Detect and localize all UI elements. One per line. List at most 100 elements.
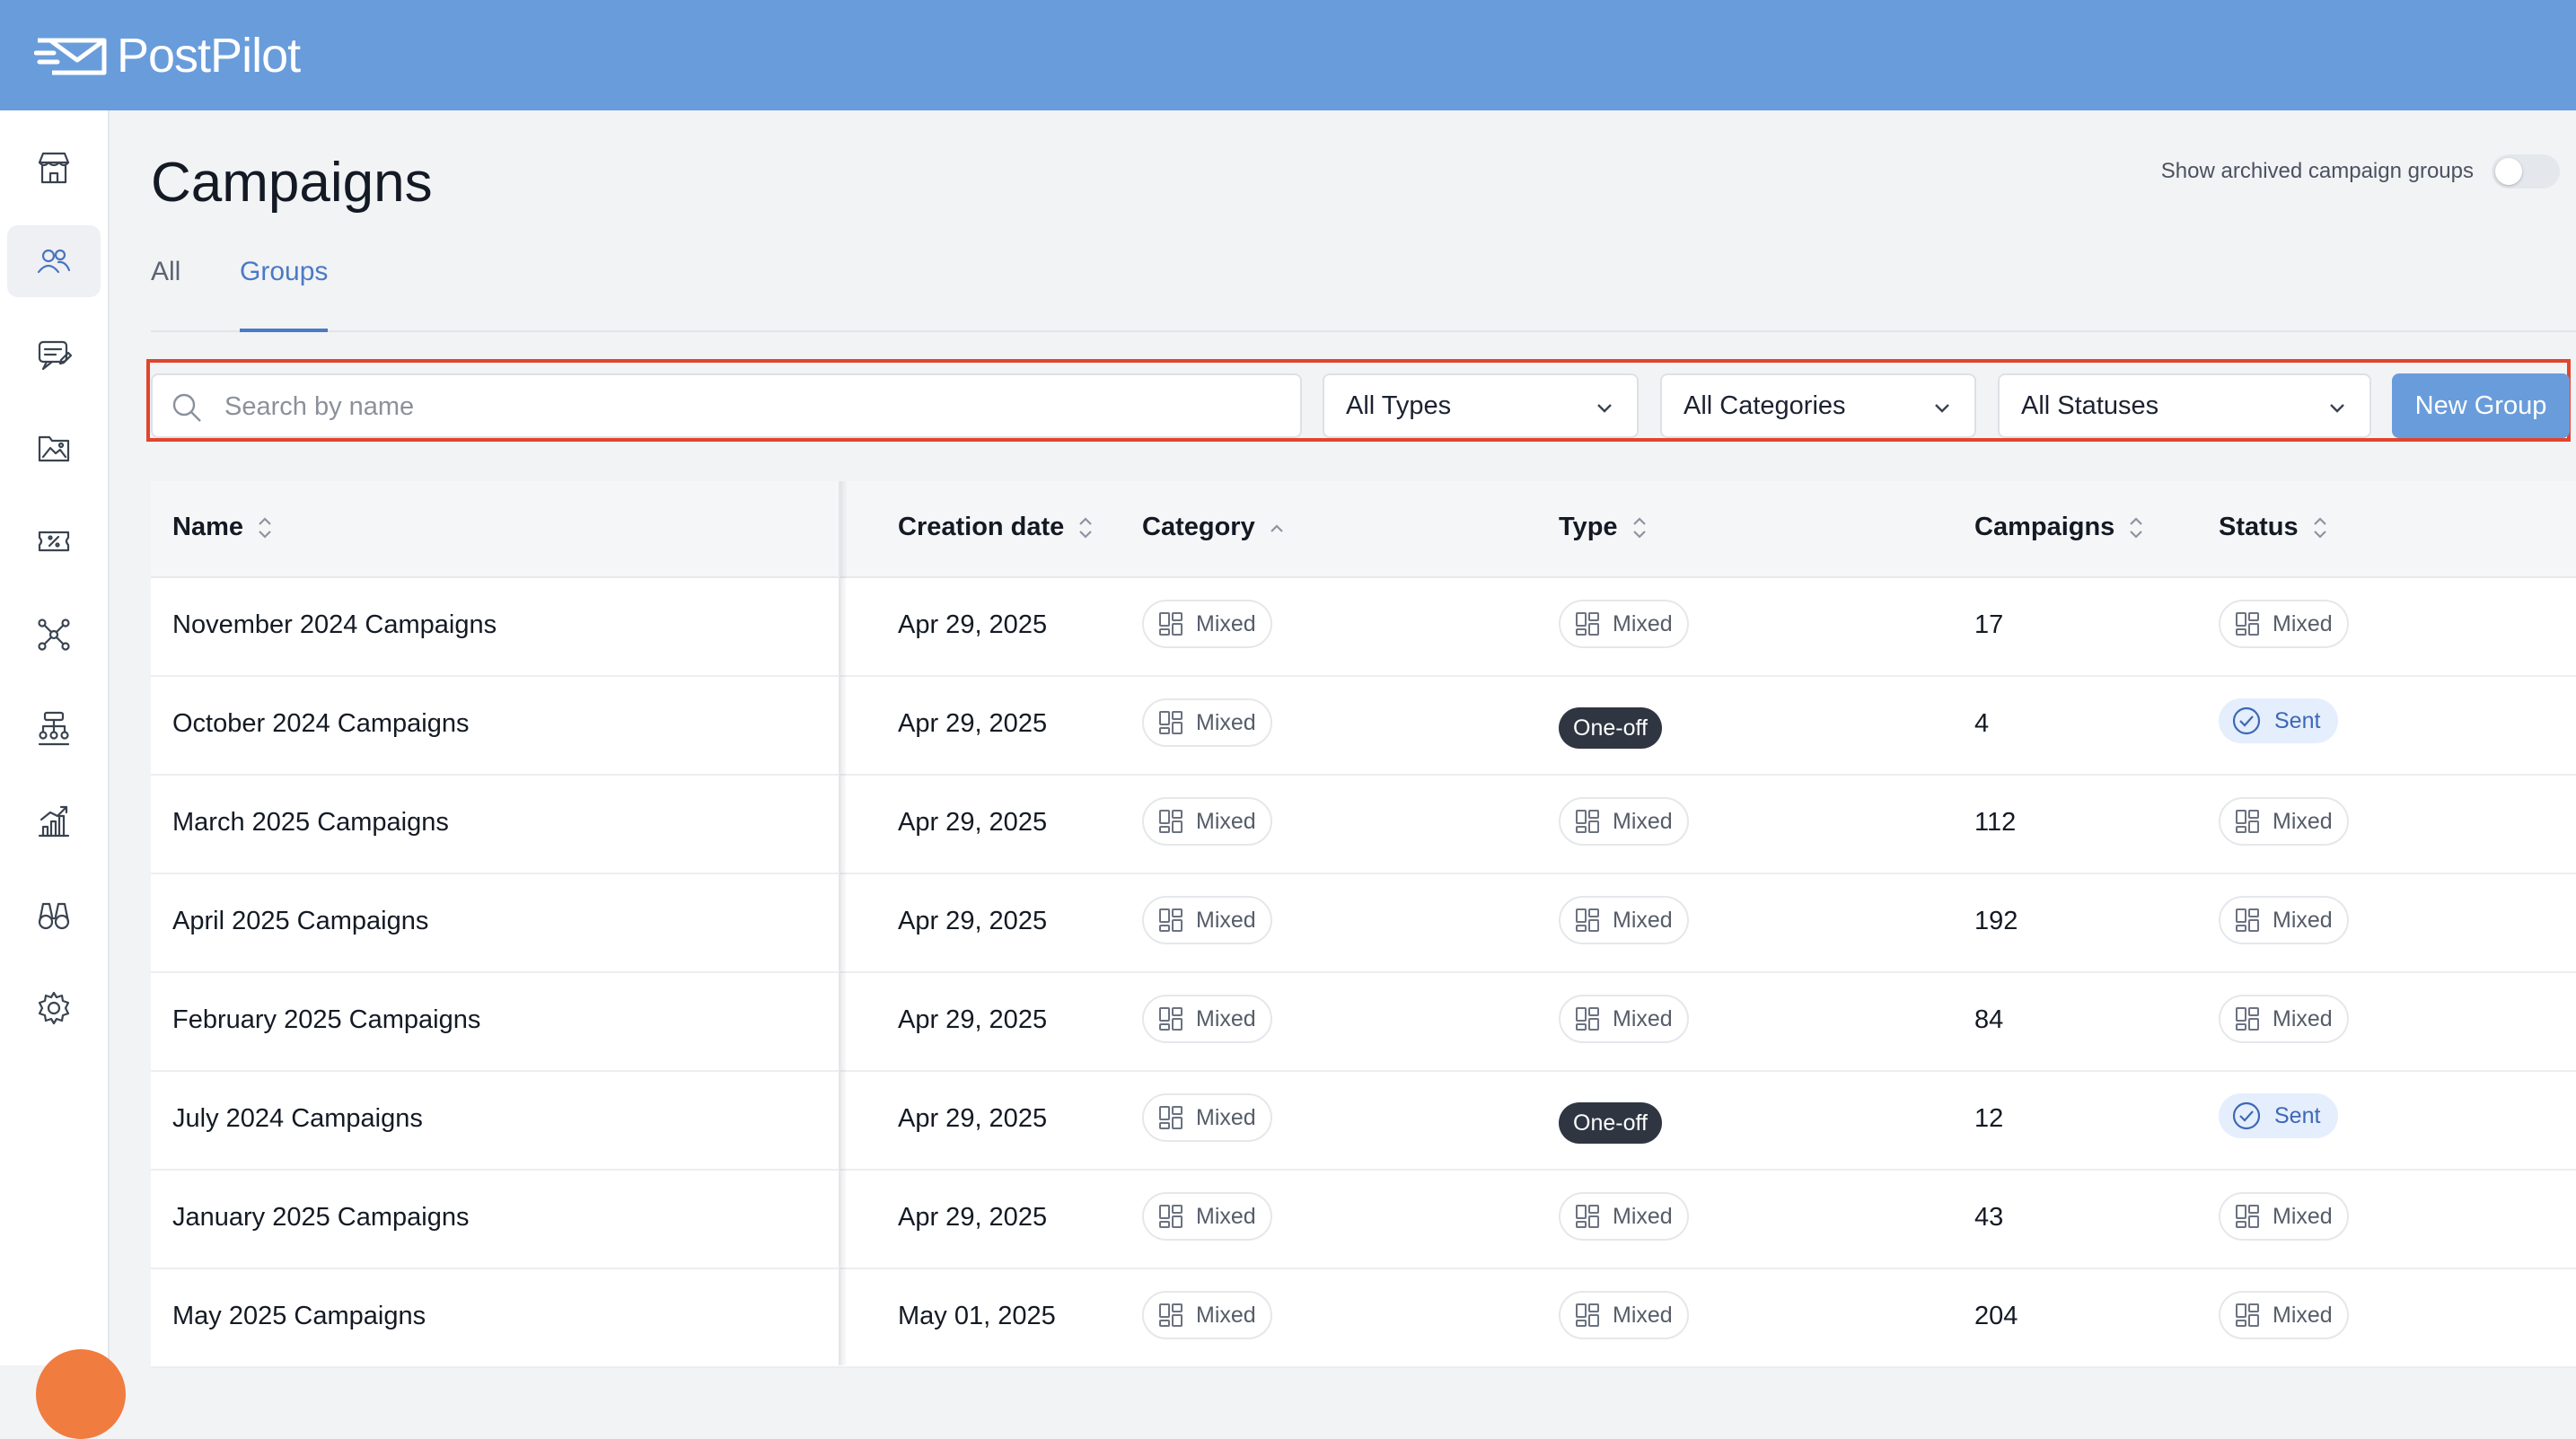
column-header-name[interactable]: Name [172, 513, 274, 542]
table-row[interactable]: February 2025 Campaigns Apr 29, 2025 Mixed… [151, 973, 2576, 1072]
sidebar-item-audiences[interactable] [7, 225, 101, 297]
column-header-campaigns[interactable]: Campaigns [1974, 513, 2145, 542]
sidebar-item-stores[interactable] [7, 132, 101, 204]
table-row[interactable]: May 2025 Campaigns May 01, 2025 Mixed Mixed… [151, 1269, 2576, 1368]
mixed-grid-icon [1159, 1205, 1182, 1228]
column-header-status[interactable]: Status [2219, 513, 2329, 542]
mixed-grid-icon [1576, 1007, 1599, 1031]
campaign-count: 4 [1974, 709, 1990, 738]
logo-text: PostPilot [117, 29, 301, 83]
new-group-button[interactable]: New Group [2392, 373, 2570, 438]
group-name[interactable]: May 2025 Campaigns [172, 1302, 426, 1331]
type-select-value: All Types [1346, 391, 1452, 420]
group-name[interactable]: January 2025 Campaigns [172, 1203, 469, 1233]
archived-toggle-group: Show archived campaign groups [2161, 154, 2560, 189]
campaign-count: 84 [1974, 1005, 2004, 1034]
status-select[interactable]: All Statuses [1998, 373, 2371, 438]
mixed-badge: Mixed [1142, 698, 1272, 747]
mixed-grid-icon [2236, 612, 2259, 636]
badge-label: Mixed [2273, 907, 2333, 933]
tab-bar: All Groups [151, 242, 2576, 332]
badge-label: Mixed [1196, 1203, 1256, 1229]
mixed-badge: Mixed [2219, 896, 2349, 944]
sidebar-item-creative[interactable] [7, 412, 101, 484]
sidebar-item-analytics[interactable] [7, 785, 101, 857]
table-row[interactable]: January 2025 Campaigns Apr 29, 2025 Mixed M… [151, 1171, 2576, 1269]
mixed-badge: Mixed [1142, 1093, 1272, 1142]
table-row[interactable]: November 2024 Campaigns Apr 29, 2025 Mixed… [151, 578, 2576, 677]
mixed-badge: Mixed [2219, 600, 2349, 648]
mixed-badge: Mixed [1559, 1291, 1689, 1339]
search-input[interactable] [223, 384, 1286, 429]
mixed-badge: Mixed [2219, 1291, 2349, 1339]
table-body: November 2024 Campaigns Apr 29, 2025 Mixed… [151, 578, 2576, 1368]
table-row[interactable]: July 2024 Campaigns Apr 29, 2025 Mixed One-… [151, 1072, 2576, 1171]
archived-toggle[interactable] [2492, 154, 2560, 189]
mixed-badge: Mixed [1559, 896, 1689, 944]
table-row[interactable]: October 2024 Campaigns Apr 29, 2025 Mixed O… [151, 677, 2576, 776]
group-name[interactable]: March 2025 Campaigns [172, 808, 449, 838]
creation-date: Apr 29, 2025 [898, 808, 1048, 837]
group-name[interactable]: October 2024 Campaigns [172, 709, 469, 739]
sticky-column-shadow [840, 481, 848, 1365]
mixed-grid-icon [1576, 1303, 1599, 1327]
status-select-value: All Statuses [2021, 391, 2159, 420]
table-row[interactable]: March 2025 Campaigns Apr 29, 2025 Mixed Mix… [151, 776, 2576, 874]
campaign-count: 43 [1974, 1203, 2004, 1232]
logo[interactable]: PostPilot [34, 25, 301, 86]
badge-label: Mixed [2273, 1203, 2333, 1229]
mixed-grid-icon [1159, 612, 1182, 636]
group-name[interactable]: November 2024 Campaigns [172, 610, 497, 640]
sidebar-item-offers[interactable] [7, 505, 101, 577]
tab-all[interactable]: All [151, 257, 180, 329]
table-header: Name Creation date Category Type Campaig… [151, 481, 2576, 578]
column-header-type[interactable]: Type [1559, 513, 1648, 542]
category-select[interactable]: All Categories [1660, 373, 1976, 438]
sidebar-item-messages[interactable] [7, 319, 101, 390]
mixed-badge: Mixed [1142, 797, 1272, 846]
campaign-count: 17 [1974, 610, 2004, 639]
sidebar-item-automations[interactable] [7, 692, 101, 764]
badge-label: Sent [2274, 1102, 2321, 1128]
mixed-grid-icon [1159, 1007, 1182, 1031]
chevron-down-icon [1597, 404, 1612, 413]
mixed-grid-icon [1576, 1205, 1599, 1228]
mixed-grid-icon [1576, 908, 1599, 932]
campaign-count: 204 [1974, 1302, 2018, 1330]
creation-date: May 01, 2025 [898, 1302, 1056, 1330]
search-box [151, 373, 1302, 438]
check-circle-icon [2232, 1101, 2261, 1130]
group-name[interactable]: February 2025 Campaigns [172, 1005, 480, 1035]
mixed-badge: Mixed [1559, 995, 1689, 1043]
mixed-grid-icon [1159, 1106, 1182, 1129]
sidebar-item-insights[interactable] [7, 879, 101, 951]
tab-groups[interactable]: Groups [240, 257, 329, 332]
group-name[interactable]: April 2025 Campaigns [172, 907, 428, 936]
table-row[interactable]: April 2025 Campaigns Apr 29, 2025 Mixed Mix… [151, 874, 2576, 973]
archived-toggle-label: Show archived campaign groups [2160, 159, 2474, 183]
check-circle-icon [2232, 706, 2261, 735]
badge-label: Mixed [2273, 1005, 2333, 1031]
column-header-category[interactable]: Category [1142, 513, 1286, 542]
sidebar-item-settings[interactable] [7, 972, 101, 1044]
chat-launcher-button[interactable] [36, 1349, 126, 1439]
sort-ascending-icon [1270, 523, 1283, 532]
mixed-badge: Mixed [1142, 1192, 1272, 1241]
campaign-groups-table: Name Creation date Category Type Campaig… [151, 481, 2576, 1368]
badge-label: Mixed [1613, 907, 1673, 933]
sidebar-item-integrations[interactable] [7, 599, 101, 671]
type-select[interactable]: All Types [1323, 373, 1639, 438]
mixed-grid-icon [1159, 908, 1182, 932]
creation-date: Apr 29, 2025 [898, 610, 1048, 639]
column-header-creation-date[interactable]: Creation date [898, 513, 1095, 542]
group-name[interactable]: July 2024 Campaigns [172, 1104, 423, 1134]
badge-label: Mixed [1196, 1104, 1256, 1130]
creation-date: Apr 29, 2025 [898, 1104, 1048, 1133]
badge-label: Mixed [1613, 1302, 1673, 1328]
badge-label: Mixed [1613, 1203, 1673, 1229]
discount-ticket-icon [38, 531, 70, 552]
column-header-category-label: Category [1142, 513, 1255, 541]
analytics-icon [38, 805, 70, 838]
users-icon [37, 249, 71, 274]
sidebar [0, 110, 110, 1365]
